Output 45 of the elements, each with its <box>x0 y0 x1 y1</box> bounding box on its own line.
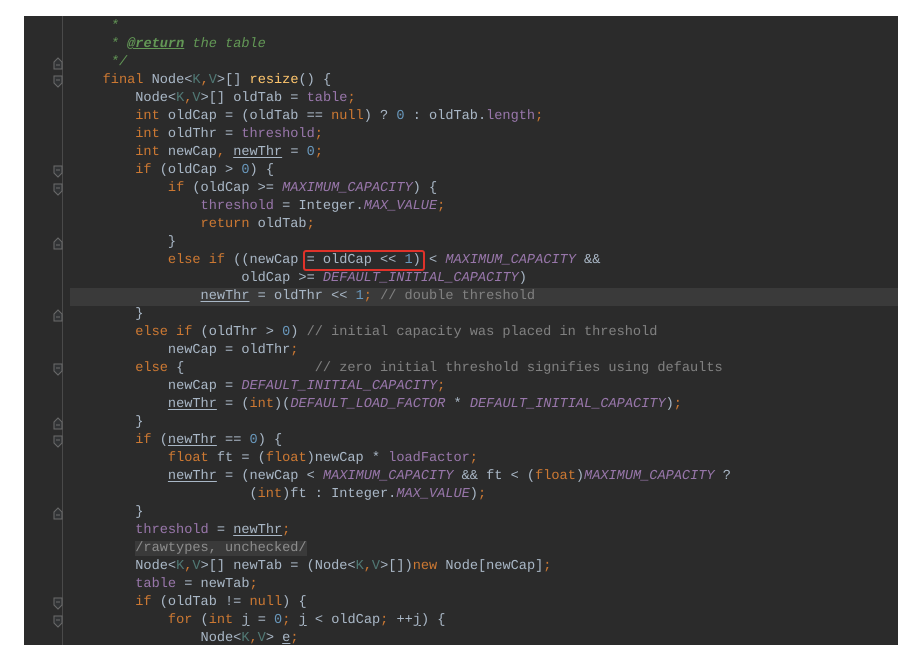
code-line: } <box>134 306 144 324</box>
code-line: else if ((newCap = oldCap << 1) < MAXIMUM_CAPACITY && <box>70 252 898 270</box>
code-line: else if (oldThr > 0) // initial capacity was placed in threshold <box>134 324 658 342</box>
code-line: (int)ft : Integer.MAX_VALUE); <box>248 486 488 504</box>
code-line: } <box>166 234 178 252</box>
code-line: */ <box>110 54 128 72</box>
fold-icon[interactable] <box>52 416 62 430</box>
fold-icon[interactable] <box>52 506 62 520</box>
fold-icon[interactable] <box>52 56 62 70</box>
code-line: if (oldCap >= MAXIMUM_CAPACITY) { <box>166 180 438 198</box>
code-line: else { // zero initial threshold signifies using defaults <box>134 360 724 378</box>
code-line: for (int j = 0; j < oldCap; ++j) { <box>166 612 446 630</box>
fold-icon[interactable] <box>52 236 62 250</box>
code-line: if (oldTab != null) { <box>134 594 308 612</box>
code-line: return oldTab; <box>200 216 316 234</box>
code-line: * @return the table <box>110 36 267 54</box>
code-line: } <box>134 504 144 522</box>
code-line: Node<K,V>[] newTab = (Node<K,V>[])new Node[newCap]; <box>134 558 552 576</box>
code-line: oldCap >= DEFAULT_INITIAL_CAPACITY) <box>240 270 528 288</box>
code-line: table = newTab; <box>134 576 259 594</box>
code-line: int oldThr = threshold; <box>134 126 324 144</box>
code-line: * <box>110 18 120 36</box>
code-line: threshold = newThr; <box>134 522 292 540</box>
code-line: if (oldCap > 0) { <box>134 162 275 180</box>
code-line: Node<K,V> e; <box>200 630 300 645</box>
fold-icon[interactable] <box>52 164 62 178</box>
code-line: } <box>134 414 144 432</box>
code-line: if (newThr == 0) { <box>134 432 284 450</box>
fold-icon[interactable] <box>52 74 62 88</box>
code-line: newThr = (newCap < MAXIMUM_CAPACITY && ft < (float)MAXIMUM_CAPACITY ? <box>166 468 732 486</box>
code-line: newCap = DEFAULT_INITIAL_CAPACITY; <box>166 378 446 396</box>
code-line: final Node<K,V>[] resize() { <box>102 72 332 90</box>
fold-icon[interactable] <box>52 434 62 448</box>
code-line: Node<K,V>[] oldTab = table; <box>134 90 357 108</box>
fold-icon[interactable] <box>52 596 62 610</box>
fold-icon[interactable] <box>52 182 62 196</box>
code-line: float ft = (float)newCap * loadFactor; <box>166 450 479 468</box>
code-line: threshold = Integer.MAX_VALUE; <box>200 198 446 216</box>
fold-icon[interactable] <box>52 308 62 322</box>
code-line: int newCap, newThr = 0; <box>134 144 324 162</box>
fold-icon[interactable] <box>52 614 62 628</box>
code-line: int oldCap = (oldTab == null) ? 0 : oldTab.length; <box>134 108 544 126</box>
code-line: newThr = (int)(DEFAULT_LOAD_FACTOR * DEFAULT_INITIAL_CAPACITY); <box>166 396 683 414</box>
code-line: newCap = oldThr; <box>166 342 300 360</box>
fold-icon[interactable] <box>52 362 62 376</box>
